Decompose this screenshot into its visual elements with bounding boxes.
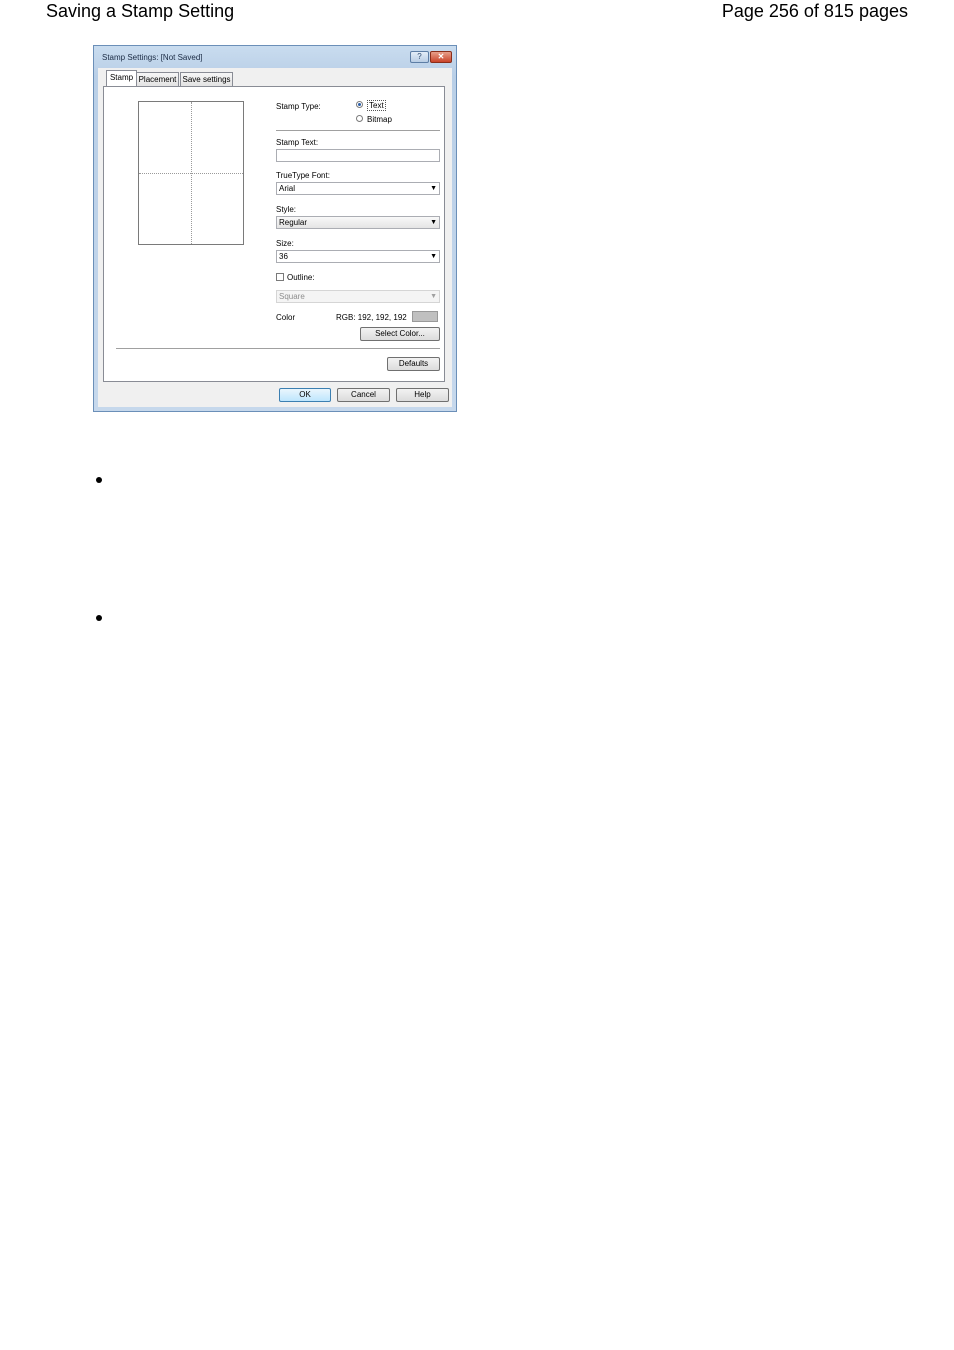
- truetype-font-select[interactable]: Arial ▼: [276, 182, 440, 195]
- outline-checkbox[interactable]: [276, 273, 284, 281]
- dialog-titlebar[interactable]: Stamp Settings: [Not Saved] ? ✕: [94, 46, 456, 68]
- rgb-value: RGB: 192, 192, 192: [336, 313, 407, 322]
- style-label: Style:: [276, 205, 297, 214]
- stamp-tab-panel: Stamp Type: Text Bitmap Stamp Text: True…: [103, 86, 445, 382]
- chevron-down-icon[interactable]: ▼: [430, 292, 437, 302]
- preview-horizontal-guide: [139, 173, 243, 174]
- stamp-type-bitmap-label[interactable]: Bitmap: [367, 115, 392, 124]
- truetype-font-label: TrueType Font:: [276, 171, 330, 180]
- chevron-down-icon[interactable]: ▼: [430, 218, 437, 228]
- tab-stamp[interactable]: Stamp: [106, 70, 137, 86]
- dialog-title: Stamp Settings: [Not Saved]: [102, 53, 203, 62]
- size-select[interactable]: 36 ▼: [276, 250, 440, 263]
- tab-placement[interactable]: Placement: [136, 72, 179, 86]
- color-swatch: [412, 311, 438, 322]
- help-button[interactable]: Help: [396, 388, 449, 402]
- stamp-text-label: Stamp Text:: [276, 138, 319, 147]
- outline-value: Square: [279, 292, 305, 301]
- stamp-preview: [138, 101, 244, 245]
- dialog-client-area: Stamp Placement Save settings Stamp Type…: [98, 68, 452, 407]
- truetype-font-value: Arial: [279, 184, 296, 193]
- style-value: Regular: [279, 218, 308, 227]
- select-color-button[interactable]: Select Color...: [360, 327, 440, 341]
- outline-label[interactable]: Outline:: [287, 273, 315, 282]
- page-header: Saving a Stamp Setting Page 256 of 815 p…: [46, 0, 908, 24]
- help-icon[interactable]: ?: [410, 51, 429, 63]
- page-number: Page 256 of 815 pages: [721, 1, 908, 21]
- outline-select[interactable]: Square ▼: [276, 290, 440, 303]
- stamp-text-input[interactable]: [276, 149, 440, 162]
- bottom-separator: [116, 348, 440, 350]
- stamp-type-text-label[interactable]: Text: [367, 100, 386, 111]
- stamp-type-separator: [276, 130, 440, 132]
- stamp-settings-dialog: Stamp Settings: [Not Saved] ? ✕ Stamp Pl…: [93, 45, 457, 412]
- stamp-type-text-radio[interactable]: [356, 101, 363, 108]
- stamp-type-bitmap-radio[interactable]: [356, 115, 363, 122]
- bullet-point: [96, 615, 102, 621]
- cancel-button[interactable]: Cancel: [337, 388, 390, 402]
- close-icon[interactable]: ✕: [430, 51, 452, 63]
- defaults-button[interactable]: Defaults: [387, 357, 440, 371]
- chevron-down-icon[interactable]: ▼: [430, 252, 437, 262]
- bullet-point: [96, 477, 102, 483]
- style-select[interactable]: Regular ▼: [276, 216, 440, 229]
- document-title: Saving a Stamp Setting: [46, 1, 235, 21]
- ok-button[interactable]: OK: [279, 388, 331, 402]
- size-label: Size:: [276, 239, 294, 248]
- chevron-down-icon[interactable]: ▼: [430, 184, 437, 194]
- tab-save-settings[interactable]: Save settings: [180, 72, 233, 86]
- color-label: Color: [276, 313, 296, 322]
- size-value: 36: [279, 252, 288, 261]
- stamp-type-label: Stamp Type:: [276, 102, 321, 111]
